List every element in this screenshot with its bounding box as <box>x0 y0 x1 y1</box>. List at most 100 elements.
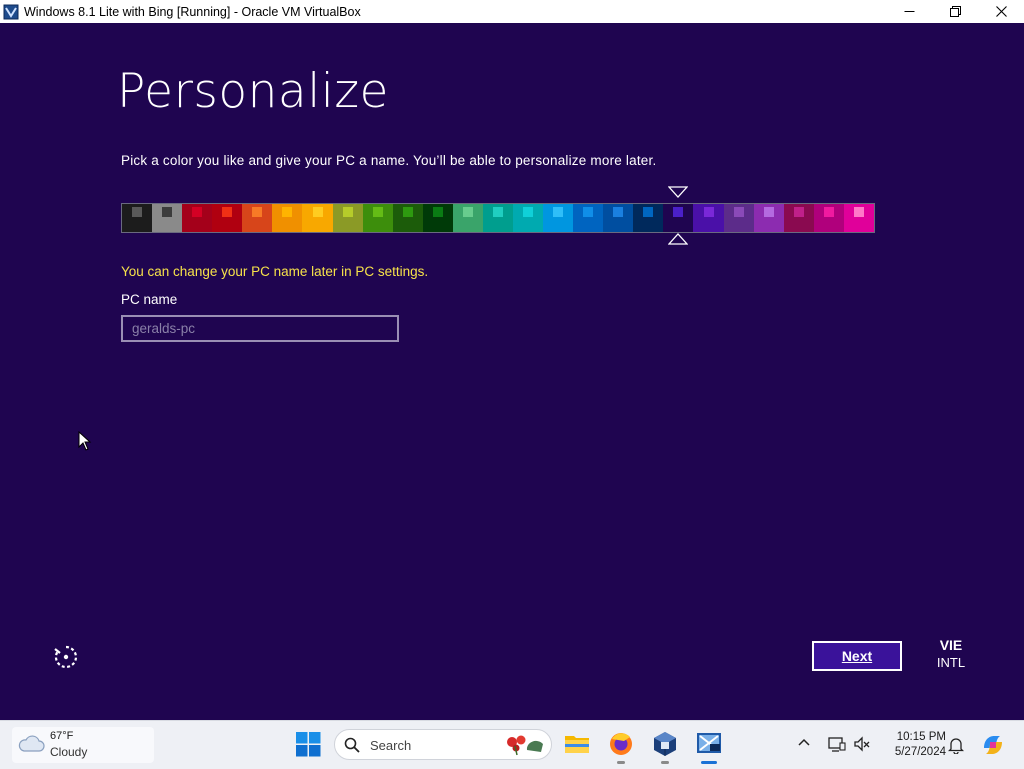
color-swatch[interactable] <box>152 204 183 232</box>
color-picker[interactable] <box>121 186 875 248</box>
color-swatch[interactable] <box>212 204 243 232</box>
virtualbox-app-icon <box>3 4 19 19</box>
restore-button[interactable] <box>932 0 978 23</box>
firefox-button[interactable] <box>607 730 635 764</box>
language-code: VIE <box>939 637 963 653</box>
color-swatch-chip <box>673 207 684 217</box>
running-indicator <box>617 761 625 764</box>
windows81-vm-button[interactable] <box>695 730 723 764</box>
pc-name-label: PC name <box>121 292 178 307</box>
windows81-vm-icon <box>697 733 721 753</box>
window-controls <box>886 0 1024 23</box>
weather-temperature: 67°F <box>50 730 74 742</box>
color-swatch-chip <box>853 207 864 217</box>
color-swatch[interactable] <box>633 204 664 232</box>
color-swatch-chip <box>372 207 383 217</box>
color-swatch-chip <box>192 207 203 217</box>
color-swatch[interactable] <box>362 204 393 232</box>
color-swatch-chip <box>492 207 503 217</box>
color-swatch[interactable] <box>813 204 844 232</box>
color-palette[interactable] <box>121 203 875 233</box>
file-explorer-icon <box>565 736 589 753</box>
color-swatch[interactable] <box>452 204 483 232</box>
color-selector-bottom-arrow-icon <box>668 233 688 245</box>
color-swatch[interactable] <box>332 204 363 232</box>
color-swatch-chip <box>823 207 834 217</box>
running-indicator <box>661 761 669 764</box>
window-titlebar[interactable]: Windows 8.1 Lite with Bing [Running] - O… <box>0 0 1024 23</box>
weather-widget[interactable]: 67°F Cloudy <box>12 727 154 763</box>
color-swatch[interactable] <box>182 204 213 232</box>
color-swatch[interactable] <box>422 204 453 232</box>
color-swatch[interactable] <box>573 204 604 232</box>
color-swatch-chip <box>162 207 173 217</box>
color-swatch-chip <box>643 207 654 217</box>
file-explorer-button[interactable] <box>563 730 591 758</box>
window-title: Windows 8.1 Lite with Bing [Running] - O… <box>24 4 361 19</box>
pc-name-input[interactable] <box>121 315 399 342</box>
volume-muted-icon[interactable] <box>853 735 871 753</box>
close-button[interactable] <box>978 0 1024 23</box>
firefox-icon <box>610 733 632 755</box>
next-button[interactable]: Next <box>812 641 902 671</box>
color-swatch[interactable] <box>783 204 814 232</box>
color-swatch-chip <box>432 207 443 217</box>
page-title: Personalize <box>117 64 389 119</box>
color-swatch-chip <box>342 207 353 217</box>
system-clock[interactable]: 10:15 PM 5/27/2024 <box>880 730 946 760</box>
color-swatch[interactable] <box>272 204 303 232</box>
ease-of-access-icon[interactable] <box>52 643 80 671</box>
chevron-up-icon[interactable] <box>798 738 810 746</box>
pc-name-note: You can change your PC name later in PC … <box>121 264 429 279</box>
close-icon <box>995 6 1007 17</box>
color-swatch[interactable] <box>723 204 754 232</box>
color-swatch-chip <box>613 207 624 217</box>
input-language-indicator[interactable]: VIE INTL <box>930 637 972 671</box>
minimize-button[interactable] <box>886 0 932 23</box>
host-taskbar: 67°F Cloudy Search 10:15 PM 5/27/2024 <box>0 720 1024 769</box>
color-swatch-chip <box>703 207 714 217</box>
virtualbox-button[interactable] <box>651 730 679 764</box>
color-swatch[interactable] <box>392 204 423 232</box>
color-swatch-chip <box>523 207 534 217</box>
color-swatch-chip <box>763 207 774 217</box>
color-swatch-chip <box>583 207 594 217</box>
color-swatch[interactable] <box>603 204 634 232</box>
color-swatch-chip <box>132 207 143 217</box>
windows-start-icon[interactable] <box>296 732 321 757</box>
color-swatch-chip <box>462 207 473 217</box>
color-swatch[interactable] <box>693 204 724 232</box>
color-swatch[interactable] <box>753 204 784 232</box>
color-swatch[interactable] <box>482 204 514 232</box>
notification-bell-icon[interactable] <box>948 736 964 754</box>
color-swatch[interactable] <box>543 204 574 232</box>
keyboard-layout: INTL <box>936 655 966 670</box>
network-display-icon[interactable] <box>828 735 846 753</box>
color-swatch[interactable] <box>513 204 544 232</box>
clock-date: 5/27/2024 <box>894 746 946 758</box>
color-swatch-chip <box>282 207 293 217</box>
cloud-icon <box>18 735 45 752</box>
color-swatch-chip <box>402 207 413 217</box>
color-swatch-chip <box>252 207 263 217</box>
color-swatch-chip <box>222 207 233 217</box>
weather-condition: Cloudy <box>50 745 88 759</box>
vm-display[interactable]: Personalize Pick a color you like and gi… <box>0 23 1024 720</box>
restore-icon <box>949 6 961 17</box>
instruction-text: Pick a color you like and give your PC a… <box>121 153 657 168</box>
color-swatch-chip <box>312 207 323 217</box>
active-indicator <box>701 761 717 764</box>
copilot-icon[interactable] <box>980 732 1006 758</box>
color-swatch[interactable] <box>663 204 694 232</box>
taskbar-search[interactable]: Search <box>334 729 552 760</box>
color-swatch[interactable] <box>122 204 153 232</box>
virtualbox-icon <box>654 732 676 756</box>
search-highlight-flowers-icon <box>507 735 543 756</box>
color-swatch[interactable] <box>242 204 273 232</box>
minimize-icon <box>904 11 914 12</box>
color-swatch[interactable] <box>843 204 874 232</box>
mouse-pointer-icon <box>78 431 92 451</box>
color-swatch-chip <box>553 207 564 217</box>
search-icon <box>344 737 360 753</box>
color-swatch[interactable] <box>302 204 333 232</box>
